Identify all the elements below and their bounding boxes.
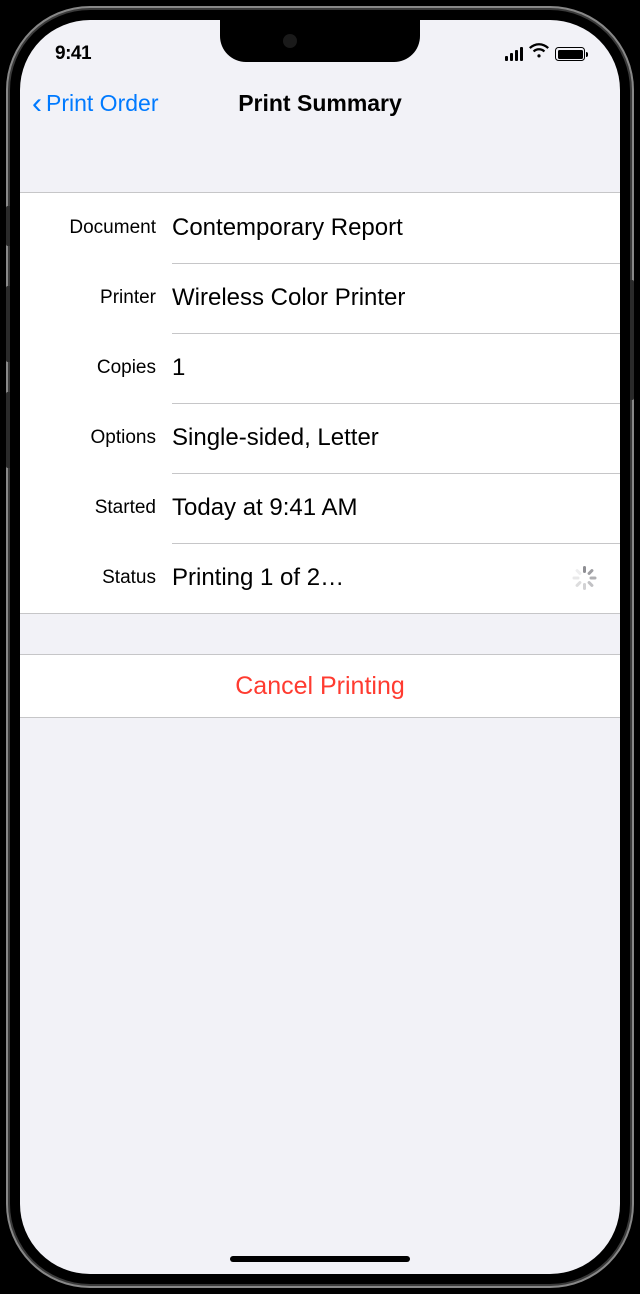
content: Document Contemporary Report Printer Wir… — [20, 192, 620, 718]
row-value: Wireless Color Printer — [172, 284, 600, 312]
row-status: Status Printing 1 of 2… — [20, 543, 620, 613]
back-button[interactable]: ‹ Print Order — [32, 89, 158, 119]
row-label: Options — [20, 427, 172, 449]
power-button — [630, 280, 634, 400]
silent-switch — [6, 206, 10, 246]
side-buttons-left — [6, 206, 10, 498]
cancel-printing-button[interactable]: Cancel Printing — [20, 655, 620, 717]
page-title: Print Summary — [238, 90, 402, 117]
status-icons — [505, 43, 586, 65]
phone-screen: 9:41 ‹ Print Order — [20, 20, 620, 1274]
home-indicator[interactable] — [230, 1256, 410, 1262]
notch — [220, 20, 420, 62]
row-label: Document — [20, 217, 172, 239]
row-value: Printing 1 of 2… — [172, 564, 572, 592]
volume-up-button — [6, 286, 10, 362]
phone-frame: 9:41 ‹ Print Order — [10, 10, 630, 1284]
row-label: Started — [20, 497, 172, 519]
row-label: Status — [20, 567, 172, 589]
spinner-icon — [572, 566, 596, 590]
nav-bar: ‹ Print Order Print Summary — [20, 76, 620, 132]
volume-down-button — [6, 392, 10, 468]
row-started: Started Today at 9:41 AM — [20, 473, 620, 543]
row-copies: Copies 1 — [20, 333, 620, 403]
row-value: Contemporary Report — [172, 214, 600, 242]
row-document: Document Contemporary Report — [20, 193, 620, 263]
row-label: Printer — [20, 287, 172, 309]
status-time: 9:41 — [55, 43, 91, 65]
row-options: Options Single-sided, Letter — [20, 403, 620, 473]
chevron-left-icon: ‹ — [32, 89, 42, 119]
row-printer: Printer Wireless Color Printer — [20, 263, 620, 333]
cellular-signal-icon — [505, 47, 524, 61]
side-buttons-right — [630, 280, 634, 430]
button-group: Cancel Printing — [20, 654, 620, 718]
details-list: Document Contemporary Report Printer Wir… — [20, 192, 620, 614]
wifi-icon — [529, 43, 549, 65]
battery-icon — [555, 47, 585, 61]
back-label: Print Order — [46, 90, 158, 117]
row-label: Copies — [20, 357, 172, 379]
row-value: Single-sided, Letter — [172, 424, 600, 452]
row-value: 1 — [172, 354, 600, 382]
row-value: Today at 9:41 AM — [172, 494, 600, 522]
